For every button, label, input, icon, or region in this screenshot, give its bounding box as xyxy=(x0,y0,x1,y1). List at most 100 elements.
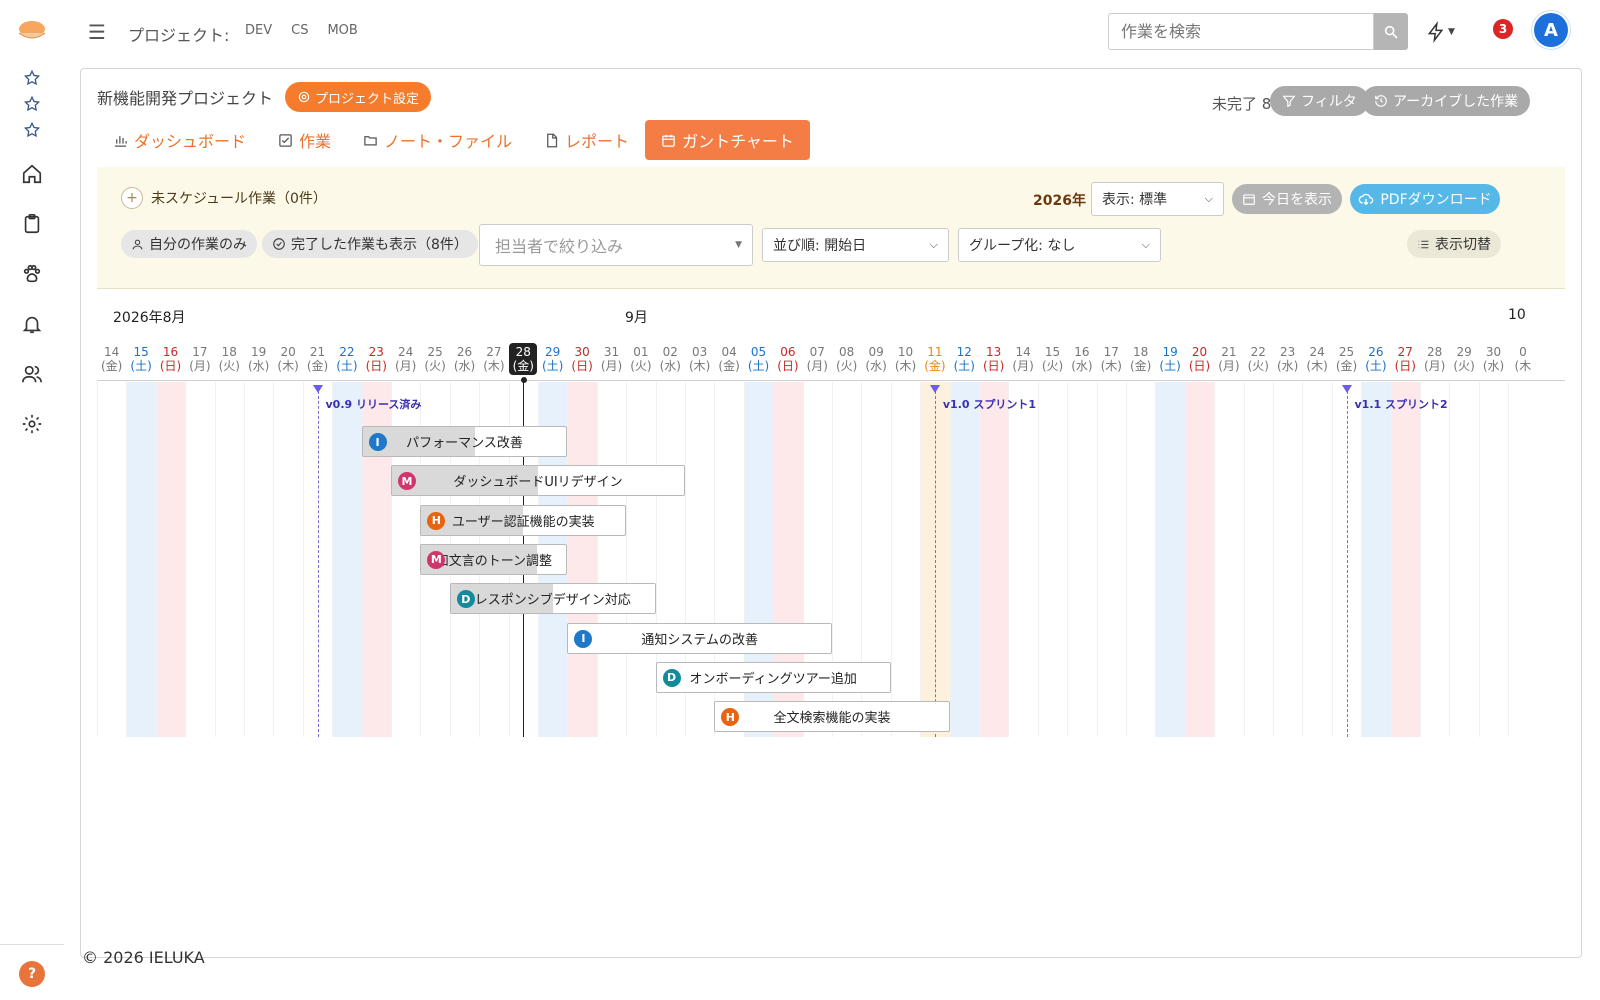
day-header-cell: 28 (金) xyxy=(509,343,538,375)
day-header-cell: 24 (木) xyxy=(1303,343,1331,375)
day-number: 0 xyxy=(1519,345,1527,359)
priority-badge: D xyxy=(456,590,475,609)
show-completed-chip[interactable]: 完了した作業も表示（8件） xyxy=(262,230,478,258)
tab-gantt-chart[interactable]: ガントチャート xyxy=(645,120,810,160)
clipboard-icon[interactable] xyxy=(18,210,46,238)
day-weekday: (月) xyxy=(806,359,828,373)
tab-notes-files[interactable]: ノート・ファイル xyxy=(347,120,528,160)
day-header-cell: 15 (火) xyxy=(1039,343,1067,375)
group-select[interactable]: グループ化: なし ⌵ xyxy=(958,228,1161,262)
project-code-mob[interactable]: MOB xyxy=(327,23,357,38)
day-header-cell: 06 (日) xyxy=(774,343,802,375)
day-column xyxy=(1214,382,1243,737)
day-column xyxy=(1155,382,1185,737)
day-header-cell: 28 (月) xyxy=(1421,343,1449,375)
day-header-cell: 23 (日) xyxy=(362,343,390,375)
assignee-filter-select[interactable]: 担当者で絞り込み ▼ xyxy=(479,224,753,266)
gantt-task-bar[interactable]: レスポンシブデザイン対応 D xyxy=(449,583,656,615)
sort-select[interactable]: 並び順: 開始日 ⌵ xyxy=(762,228,949,262)
gantt-task-bar[interactable]: ダッシュボードUIリデザイン M xyxy=(391,465,685,497)
day-header-cell: 22 (土) xyxy=(333,343,361,375)
archive-button[interactable]: アーカイブした作業 xyxy=(1362,86,1531,116)
day-weekday: (金) xyxy=(512,359,534,373)
milestone-marker-icon[interactable] xyxy=(930,385,941,393)
day-number: 14 xyxy=(1015,345,1031,359)
gantt-task-bar[interactable]: 全文検索機能の実装 H xyxy=(714,701,950,733)
gantt-month-header: 2026年8月 9月 10 xyxy=(97,291,1565,337)
chevron-down-icon: ⌵ xyxy=(929,238,938,251)
milestone-marker-icon[interactable] xyxy=(313,385,323,393)
pdf-download-button[interactable]: PDFダウンロード xyxy=(1350,184,1500,214)
day-weekday: (火) xyxy=(218,359,240,373)
favorite-star-icon-2[interactable] xyxy=(18,90,46,118)
task-name: 全文検索機能の実装 xyxy=(773,711,891,727)
view-mode-select[interactable]: 表示: 標準 ⌵ xyxy=(1091,182,1224,216)
month-label: 9月 xyxy=(625,310,648,326)
day-weekday: (火) xyxy=(1453,359,1475,373)
day-weekday: (日) xyxy=(1394,359,1416,373)
day-number: 25 xyxy=(1338,345,1355,359)
day-header-cell: 20 (日) xyxy=(1186,343,1214,375)
view-mode-value: 表示: 標準 xyxy=(1102,192,1168,208)
priority-badge: H xyxy=(427,511,446,530)
paw-icon[interactable] xyxy=(18,260,46,288)
favorite-star-icon-3[interactable] xyxy=(18,116,46,144)
notification-badge[interactable]: 3 xyxy=(1493,19,1513,39)
day-number: 29 xyxy=(1456,345,1472,359)
day-number: 09 xyxy=(868,345,884,359)
day-weekday: (月) xyxy=(1424,359,1446,373)
day-column xyxy=(244,382,273,737)
bell-icon[interactable] xyxy=(18,310,46,338)
day-number: 20 xyxy=(1191,345,1208,359)
search-input[interactable] xyxy=(1108,13,1374,50)
unscheduled-tasks-toggle[interactable]: + 未スケジュール作業（0件） xyxy=(121,187,327,209)
day-number: 04 xyxy=(721,345,737,359)
gantt-chart: 2026年8月 9月 10 14 (金) 15 (土) 16 (日) 17 (月) 18 (火) 1… xyxy=(97,291,1565,737)
project-title: 新機能開発プロジェクト xyxy=(97,89,274,108)
day-weekday: (金) xyxy=(718,359,740,373)
favorite-star-icon-1[interactable] xyxy=(18,64,46,92)
tab-report[interactable]: レポート xyxy=(528,120,645,160)
day-weekday: (木) xyxy=(1100,359,1122,373)
day-weekday: (金) xyxy=(101,359,123,373)
project-code-dev[interactable]: DEV xyxy=(245,23,272,38)
day-number: 05 xyxy=(750,345,767,359)
toggle-display-button[interactable]: 表示切替 xyxy=(1407,230,1501,258)
project-settings-button[interactable]: プロジェクト設定 xyxy=(285,82,432,112)
day-weekday: (木) xyxy=(1306,359,1328,373)
day-header-cell: 24 (月) xyxy=(392,343,420,375)
day-weekday: (水) xyxy=(865,359,887,373)
gantt-task-bar[interactable]: ユーザー認証機能の実装 H xyxy=(420,504,627,536)
help-icon[interactable]: ? xyxy=(19,961,45,987)
tab-tasks[interactable]: 作業 xyxy=(262,120,347,160)
milestone-line xyxy=(317,386,319,737)
day-number: 02 xyxy=(662,345,678,359)
home-icon[interactable] xyxy=(18,160,46,188)
day-column xyxy=(890,382,920,737)
users-icon[interactable] xyxy=(18,360,46,388)
document-icon xyxy=(547,133,558,147)
day-column xyxy=(1361,382,1391,737)
quick-actions-button[interactable]: ▼ xyxy=(1426,19,1460,45)
gantt-task-bar[interactable]: パフォーマンス改善 I xyxy=(361,426,568,457)
milestone-marker-icon[interactable] xyxy=(1342,385,1352,393)
gantt-task-bar[interactable]: オンボーディングツアー追加 D xyxy=(655,661,891,693)
my-tasks-only-chip[interactable]: 自分の作業のみ xyxy=(121,230,257,258)
user-avatar[interactable]: A xyxy=(1534,13,1568,47)
project-code-cs[interactable]: CS xyxy=(291,23,308,38)
gantt-task-bar[interactable]: 知文言のトーン調整 M xyxy=(420,543,568,575)
show-today-button[interactable]: 今日を表示 xyxy=(1232,184,1342,214)
filter-icon xyxy=(1282,95,1296,108)
gantt-task-bar[interactable]: 通知システムの改善 I xyxy=(567,622,832,654)
tab-dashboard[interactable]: ダッシュボード xyxy=(97,120,262,160)
day-column xyxy=(1478,382,1508,737)
day-number: 28 xyxy=(515,345,531,359)
menu-hamburger-icon[interactable]: ☰ xyxy=(88,20,106,44)
settings-gear-icon[interactable] xyxy=(18,410,46,438)
task-name: 通知システムの改善 xyxy=(641,632,758,648)
filter-button[interactable]: フィルタ xyxy=(1270,86,1369,116)
day-column xyxy=(979,382,1009,737)
search-button[interactable] xyxy=(1374,13,1408,50)
day-weekday: (木) xyxy=(483,359,505,373)
app-logo-icon[interactable] xyxy=(17,19,47,43)
